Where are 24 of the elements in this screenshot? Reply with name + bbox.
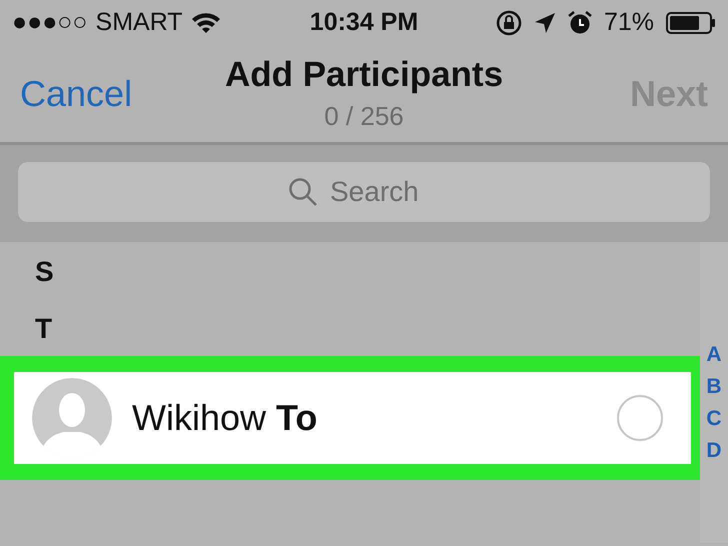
section-header: T [34, 312, 54, 346]
cancel-button[interactable]: Cancel [20, 72, 132, 114]
wifi-icon [190, 12, 221, 34]
location-arrow-icon [534, 12, 556, 34]
index-letter[interactable]: C [706, 404, 722, 434]
contact-row[interactable]: Wikihow To [14, 372, 691, 464]
screen-title: Add Participants [224, 55, 504, 95]
selection-circle[interactable] [617, 395, 663, 441]
battery-icon [666, 12, 716, 34]
search-icon [288, 177, 318, 207]
index-letter[interactable]: A [706, 340, 722, 370]
clock-time: 10:34 PM [310, 8, 418, 36]
search-field[interactable]: Search [330, 176, 440, 208]
alarm-clock-icon [568, 10, 592, 34]
battery-percentage: 71% [604, 8, 654, 37]
index-letter[interactable]: B [706, 372, 722, 402]
participant-count: 0 / 256 [324, 101, 404, 132]
index-letter[interactable]: D [706, 436, 722, 466]
carrier-name: SMART [96, 8, 183, 37]
avatar-icon [32, 378, 112, 458]
signal-strength: ●●●○○ [12, 8, 88, 37]
section-header: S [34, 255, 55, 289]
rotation-lock-icon [496, 10, 522, 36]
contact-name: Wikihow To [132, 397, 318, 439]
